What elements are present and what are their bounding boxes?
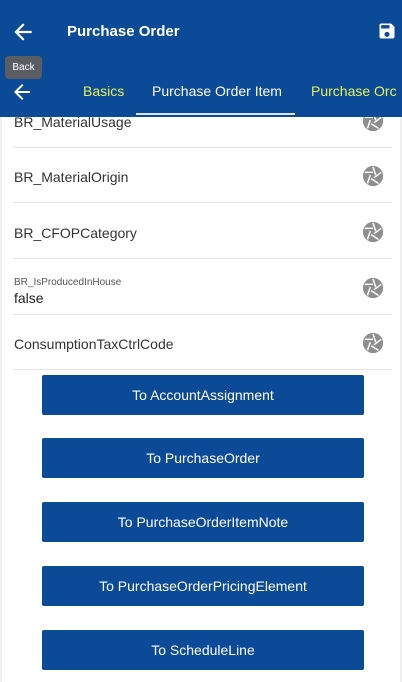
aperture-icon[interactable] [362, 277, 384, 299]
row-field-label: BR_IsProducedInHouse [14, 277, 122, 288]
app-bar: Purchase Order [0, 0, 402, 62]
to-account-assignment-button[interactable]: To AccountAssignment [42, 375, 364, 415]
list-item[interactable]: ConsumptionTaxCtrlCode [13, 315, 392, 370]
back-tooltip: Back [5, 56, 42, 79]
list-item[interactable]: BR_MaterialOrigin [13, 148, 392, 203]
to-purchase-order-pricing-element-button[interactable]: To PurchaseOrderPricingElement [42, 566, 364, 606]
row-label: BR_MaterialUsage [14, 117, 132, 130]
save-icon[interactable] [377, 21, 397, 41]
aperture-icon[interactable] [362, 332, 384, 354]
aperture-icon[interactable] [362, 221, 384, 243]
row-label: ConsumptionTaxCtrlCode [14, 336, 174, 352]
row-label: BR_MaterialOrigin [14, 169, 129, 185]
aperture-icon[interactable] [362, 117, 384, 132]
aperture-icon[interactable] [362, 165, 384, 187]
content-area: BR_MaterialUsage BR_MaterialOrigin BR_CF… [0, 117, 402, 682]
row-label: BR_CFOPCategory [14, 225, 137, 241]
row-field-value: false [14, 290, 44, 306]
app: Purchase Order Basics Purchase Order Ite… [0, 0, 402, 682]
to-purchase-order-button[interactable]: To PurchaseOrder [42, 438, 364, 478]
tab-purchase-order[interactable]: Purchase Orc [311, 83, 397, 99]
back-arrow-icon[interactable] [10, 19, 36, 45]
page-title: Purchase Order [67, 23, 180, 40]
list-item[interactable]: BR_IsProducedInHouse false [13, 259, 392, 315]
to-purchase-order-item-note-button[interactable]: To PurchaseOrderItemNote [42, 502, 364, 542]
tab-purchase-order-item[interactable]: Purchase Order Item [152, 83, 282, 99]
active-tab-indicator [136, 113, 295, 115]
tab-back-arrow-icon[interactable] [10, 80, 34, 104]
tab-basics[interactable]: Basics [83, 83, 124, 99]
list-item[interactable]: BR_MaterialUsage [13, 117, 392, 148]
to-schedule-line-button[interactable]: To ScheduleLine [42, 630, 364, 670]
list-item[interactable]: BR_CFOPCategory [13, 203, 392, 259]
